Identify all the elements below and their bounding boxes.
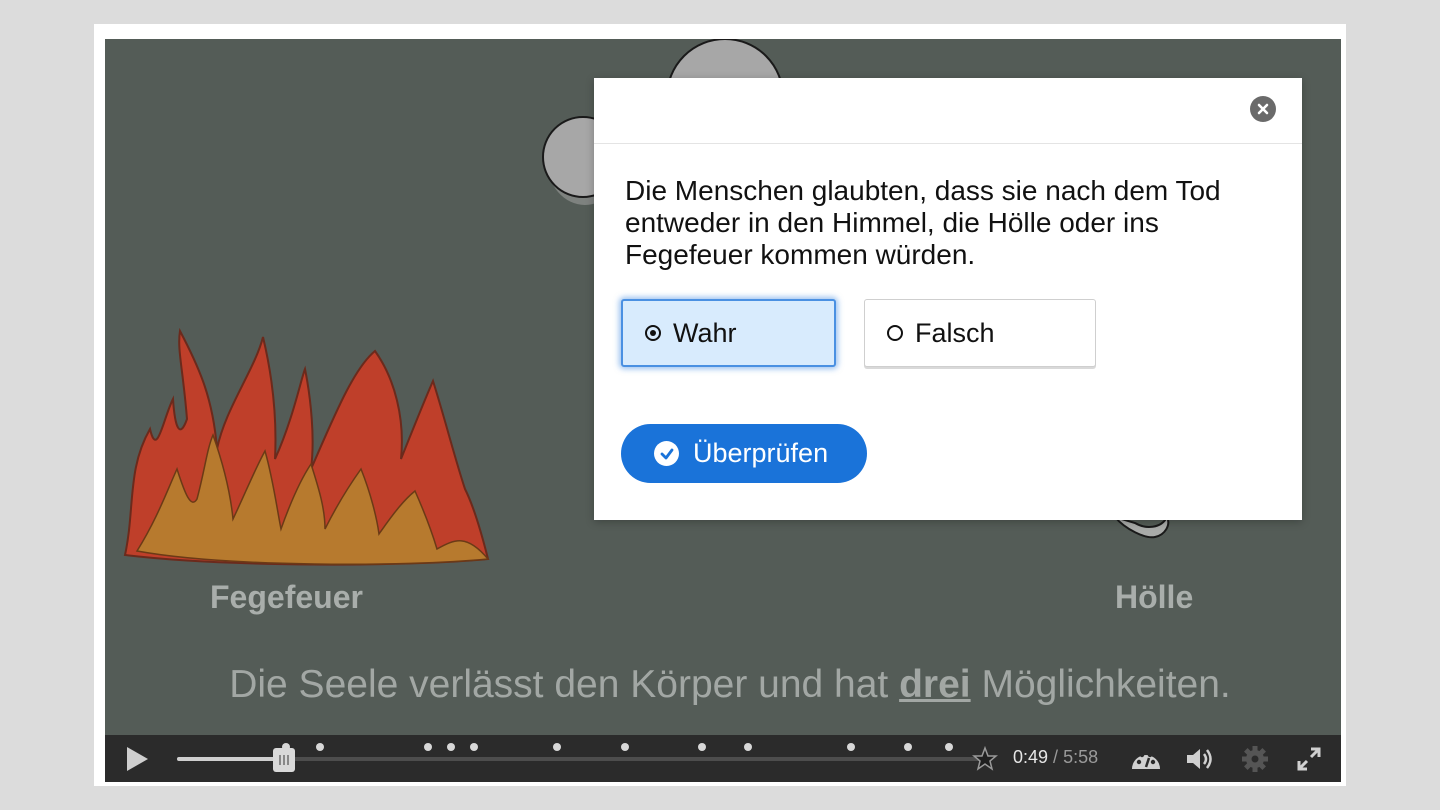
interaction-marker[interactable] bbox=[698, 743, 706, 751]
interaction-marker[interactable] bbox=[744, 743, 752, 751]
interaction-marker[interactable] bbox=[847, 743, 855, 751]
interaction-marker[interactable] bbox=[621, 743, 629, 751]
option-wahr[interactable]: Wahr bbox=[621, 299, 836, 367]
question-text: Die Menschen glaubten, dass sie nach dem… bbox=[625, 175, 1221, 270]
radio-selected-icon bbox=[645, 325, 661, 341]
control-bar: 0:49 / 5:58 bbox=[105, 735, 1341, 782]
option-label: Wahr bbox=[673, 317, 737, 348]
current-time: 0:49 bbox=[1013, 747, 1049, 767]
progress-bar[interactable] bbox=[177, 757, 987, 761]
option-falsch[interactable]: Falsch bbox=[864, 299, 1096, 367]
radio-empty-icon bbox=[887, 325, 903, 341]
time-separator: / bbox=[1048, 747, 1064, 767]
playback-speed-icon bbox=[1132, 752, 1160, 769]
check-answer-label: Überprüfen bbox=[693, 438, 829, 468]
interaction-marker[interactable] bbox=[945, 743, 953, 751]
question-dialog: Die Menschen glaubten, dass sie nach dem… bbox=[594, 78, 1302, 520]
video-caption: Die Seele verlässt den Körper und hat dr… bbox=[105, 663, 1341, 707]
check-answer-button[interactable]: Überprüfen bbox=[621, 424, 867, 483]
time-display: 0:49 / 5:58 bbox=[1013, 747, 1098, 768]
duration: 5:58 bbox=[1063, 747, 1099, 767]
checkmark-icon bbox=[654, 441, 679, 466]
caption-text-end: Möglichkeiten. bbox=[970, 663, 1231, 706]
hell-illustration bbox=[1112, 514, 1170, 539]
progress-handle[interactable] bbox=[273, 748, 295, 772]
fullscreen-button[interactable] bbox=[1293, 743, 1325, 775]
label-hoelle: Hölle bbox=[1115, 579, 1194, 615]
interaction-marker[interactable] bbox=[470, 743, 478, 751]
caption-emphasis: drei bbox=[899, 663, 971, 706]
caption-text-start: Die Seele verlässt den Körper und hat bbox=[229, 663, 900, 706]
dialog-header bbox=[594, 78, 1302, 144]
interaction-marker[interactable] bbox=[553, 743, 561, 751]
volume-icon bbox=[1187, 749, 1212, 769]
progress-fill bbox=[177, 757, 288, 761]
close-icon bbox=[1257, 103, 1269, 115]
settings-button[interactable] bbox=[1239, 743, 1271, 775]
option-label: Falsch bbox=[915, 317, 995, 348]
settings-gear-icon bbox=[1242, 746, 1268, 772]
bookmark-button[interactable] bbox=[971, 745, 999, 773]
playback-speed-button[interactable] bbox=[1129, 743, 1163, 775]
fullscreen-icon bbox=[1297, 747, 1321, 771]
label-fegefeuer: Fegefeuer bbox=[210, 579, 363, 615]
bookmark-star-icon bbox=[972, 746, 998, 771]
close-button[interactable] bbox=[1250, 96, 1276, 122]
interaction-marker[interactable] bbox=[316, 743, 324, 751]
play-icon bbox=[127, 747, 148, 771]
volume-button[interactable] bbox=[1183, 743, 1217, 775]
interaction-marker[interactable] bbox=[447, 743, 455, 751]
interaction-marker[interactable] bbox=[904, 743, 912, 751]
fire-illustration bbox=[123, 327, 490, 566]
play-button[interactable] bbox=[119, 743, 155, 775]
interaction-marker[interactable] bbox=[424, 743, 432, 751]
